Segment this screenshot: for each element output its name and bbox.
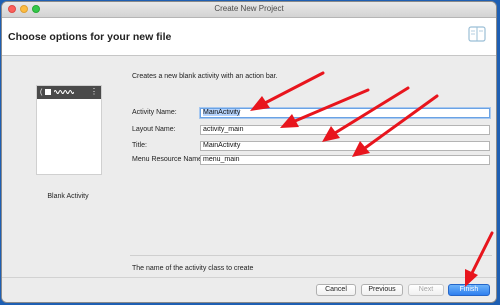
- layout-name-input[interactable]: activity_main: [200, 125, 490, 135]
- device-icon: [468, 26, 486, 42]
- wizard-header: Choose options for your new file: [2, 18, 496, 56]
- layout-name-label: Layout Name:: [132, 126, 176, 133]
- page-title: Choose options for your new file: [8, 31, 172, 43]
- activity-name-input[interactable]: MainActivity: [200, 108, 490, 118]
- activity-name-label: Activity Name:: [132, 109, 177, 116]
- wizard-footer: Cancel Previous Next Finish: [2, 277, 496, 302]
- cancel-button[interactable]: Cancel: [316, 284, 356, 296]
- divider: [130, 255, 492, 256]
- overflow-menu-icon: ⋮: [90, 87, 98, 96]
- app-icon: [45, 89, 51, 95]
- create-project-window: Create New Project Choose options for yo…: [2, 2, 496, 302]
- next-button[interactable]: Next: [408, 284, 444, 296]
- window-title: Create New Project: [214, 4, 284, 13]
- menu-resource-name-input[interactable]: menu_main: [200, 155, 490, 165]
- activity-name-value: MainActivity: [203, 109, 241, 116]
- title-label: Title:: [132, 142, 147, 149]
- title-bar: Create New Project: [2, 2, 496, 18]
- field-help-text: The name of the activity class to create: [132, 265, 254, 272]
- title-placeholder-icon: [54, 90, 74, 94]
- template-name: Blank Activity: [47, 193, 89, 200]
- template-description: Creates a new blank activity with an act…: [132, 73, 278, 80]
- menu-resource-name-label: Menu Resource Name:: [132, 156, 204, 163]
- wizard-content: ( ⋮ Blank Activity Creates a new blank a…: [2, 56, 496, 276]
- preview-action-bar: ( ⋮: [37, 86, 101, 99]
- finish-button[interactable]: Finish: [448, 284, 490, 296]
- previous-button[interactable]: Previous: [361, 284, 403, 296]
- back-icon: (: [40, 89, 43, 96]
- title-input[interactable]: MainActivity: [200, 141, 490, 151]
- activity-template-preview[interactable]: ( ⋮: [36, 85, 102, 175]
